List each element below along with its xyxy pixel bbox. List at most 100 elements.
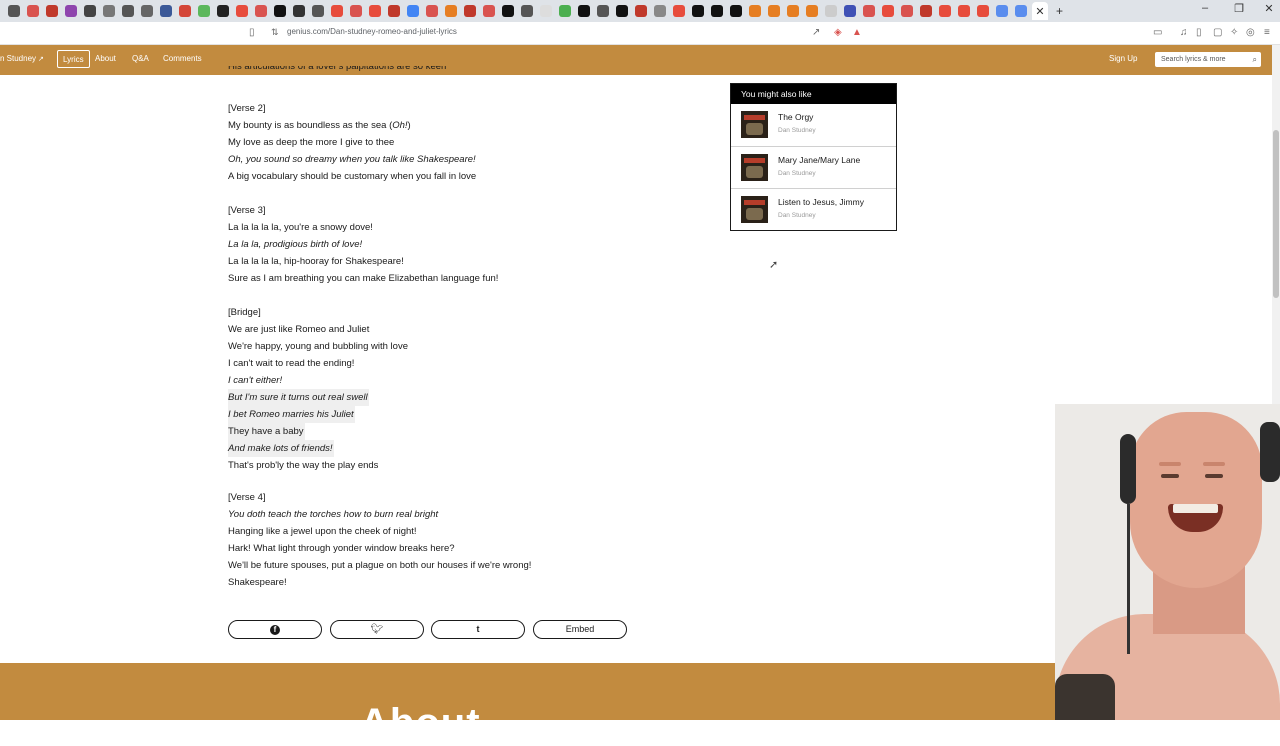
browser-tab[interactable]	[7, 5, 20, 17]
ymal-song-item[interactable]: Listen to Jesus, Jimmy Dan Studney	[731, 188, 896, 230]
browser-tab[interactable]	[140, 5, 153, 17]
scrollbar-thumb[interactable]	[1273, 130, 1279, 298]
share-tumblr-button[interactable]: t	[431, 620, 525, 639]
share-twitter-button[interactable]: 🐦︎	[330, 620, 424, 639]
browser-tab[interactable]	[881, 5, 894, 17]
browser-tab[interactable]	[862, 5, 875, 17]
lyric-line[interactable]: La la la la la, hip-hooray for Shakespea…	[228, 253, 688, 270]
browser-tab[interactable]	[330, 5, 343, 17]
close-icon[interactable]: ✕	[1032, 2, 1048, 20]
browser-tab[interactable]	[26, 5, 39, 17]
media-icon[interactable]: ♫	[1180, 27, 1188, 38]
sign-up-link[interactable]: Sign Up	[1109, 54, 1137, 63]
search-input[interactable]: Search lyrics & more ⌕	[1155, 52, 1261, 67]
sidebar-icon[interactable]: ▯	[1196, 27, 1202, 38]
maximize-button[interactable]: ❐	[1230, 2, 1248, 15]
browser-tab[interactable]	[273, 5, 286, 17]
lyric-line[interactable]: We are just like Romeo and Juliet	[228, 321, 688, 338]
url-field[interactable]: genius.com/Dan-studney-romeo-and-juliet-…	[287, 27, 457, 36]
bookmark-icon[interactable]: ▯	[249, 27, 255, 38]
search-icon[interactable]: ⌕	[1253, 52, 1257, 67]
minimize-button[interactable]: –	[1196, 2, 1214, 14]
browser-tab[interactable]	[900, 5, 913, 17]
tab-about[interactable]: About	[95, 54, 116, 63]
browser-tab[interactable]	[919, 5, 932, 17]
browser-tab[interactable]	[311, 5, 324, 17]
annotated-lyric[interactable]: I bet Romeo marries his Juliet	[228, 406, 355, 423]
lyric-line[interactable]: Oh, you sound so dreamy when you talk li…	[228, 151, 688, 168]
lyric-line[interactable]: A big vocabulary should be customary whe…	[228, 168, 688, 185]
browser-tab[interactable]	[558, 5, 571, 17]
browser-tab[interactable]	[292, 5, 305, 17]
rewards-icon[interactable]: ▲	[852, 27, 862, 38]
share-facebook-button[interactable]: f	[228, 620, 322, 639]
browser-tab[interactable]	[178, 5, 191, 17]
annotated-lyric[interactable]: But I'm sure it turns out real swell	[228, 389, 369, 406]
new-tab-button[interactable]: +	[1056, 4, 1063, 18]
lyric-line[interactable]: We're happy, young and bubbling with lov…	[228, 338, 688, 355]
browser-tab[interactable]	[748, 5, 761, 17]
browser-tab[interactable]	[387, 5, 400, 17]
leo-icon[interactable]: ✧	[1230, 27, 1238, 38]
browser-tab[interactable]	[235, 5, 248, 17]
ymal-song-item[interactable]: The Orgy Dan Studney	[731, 104, 896, 146]
tab-comments[interactable]: Comments	[163, 54, 202, 63]
browser-tab[interactable]	[425, 5, 438, 17]
browser-tab[interactable]	[691, 5, 704, 17]
annotated-lyric[interactable]: They have a baby	[228, 423, 305, 440]
browser-tab[interactable]	[83, 5, 96, 17]
lyric-line[interactable]: La la la, prodigious birth of love!	[228, 236, 688, 253]
browser-tab[interactable]	[64, 5, 77, 17]
browser-tab[interactable]	[786, 5, 799, 17]
ymal-song-item[interactable]: Mary Jane/Mary Lane Dan Studney	[731, 146, 896, 188]
browser-tab[interactable]	[197, 5, 210, 17]
lyric-line[interactable]: My love as deep the more I give to thee	[228, 134, 688, 151]
lyric-line[interactable]: That's prob'ly the way the play ends	[228, 457, 688, 474]
browser-tab[interactable]	[596, 5, 609, 17]
browser-tab[interactable]	[976, 5, 989, 17]
browser-tab[interactable]	[729, 5, 742, 17]
browser-tab[interactable]	[159, 5, 172, 17]
browser-tab[interactable]	[710, 5, 723, 17]
browser-tab[interactable]	[805, 5, 818, 17]
browser-tab[interactable]	[501, 5, 514, 17]
lyric-line[interactable]: La la la la la, you're a snowy dove!	[228, 219, 688, 236]
browser-tab[interactable]	[672, 5, 685, 17]
brave-shield-icon[interactable]: ◈	[834, 27, 842, 38]
browser-tab[interactable]	[938, 5, 951, 17]
browser-tab[interactable]	[482, 5, 495, 17]
browser-tab[interactable]	[767, 5, 780, 17]
lyric-line[interactable]: I can't wait to read the ending!	[228, 355, 688, 372]
menu-icon[interactable]: ≡	[1264, 27, 1270, 38]
browser-tab[interactable]	[577, 5, 590, 17]
embed-button[interactable]: Embed	[533, 620, 627, 639]
browser-tab[interactable]	[121, 5, 134, 17]
browser-tab[interactable]	[824, 5, 837, 17]
lyric-line[interactable]: Hark! What light through yonder window b…	[228, 540, 688, 557]
reader-icon[interactable]: ▭	[1153, 27, 1162, 38]
browser-tab[interactable]	[406, 5, 419, 17]
close-window-button[interactable]: ✕	[1260, 2, 1278, 15]
lyric-line[interactable]: You doth teach the torches how to burn r…	[228, 506, 688, 523]
artist-breadcrumb[interactable]: n Studney ↗	[0, 54, 44, 63]
lyric-line[interactable]: Hanging like a jewel upon the cheek of n…	[228, 523, 688, 540]
tab-lyrics[interactable]: Lyrics	[57, 50, 90, 68]
extensions-icon[interactable]: ▢	[1213, 27, 1222, 38]
browser-tab[interactable]	[1014, 5, 1027, 17]
browser-tab[interactable]	[520, 5, 533, 17]
browser-tab[interactable]	[653, 5, 666, 17]
lyric-line[interactable]: Sure as I am breathing you can make Eliz…	[228, 270, 688, 287]
annotated-lyric[interactable]: And make lots of friends!	[228, 440, 334, 457]
tab-qa[interactable]: Q&A	[132, 54, 149, 63]
browser-tab[interactable]	[254, 5, 267, 17]
wallet-icon[interactable]: ◎	[1246, 27, 1255, 38]
site-info-icon[interactable]: ⇅	[271, 27, 279, 38]
browser-tab[interactable]	[995, 5, 1008, 17]
lyric-line[interactable]: My bounty is as boundless as the sea (Oh…	[228, 117, 688, 134]
browser-tab[interactable]	[349, 5, 362, 17]
browser-tab[interactable]	[463, 5, 476, 17]
browser-tab[interactable]	[843, 5, 856, 17]
lyric-line[interactable]: Shakespeare!	[228, 574, 688, 591]
browser-tab[interactable]	[102, 5, 115, 17]
lyric-line[interactable]: I can't either!	[228, 372, 688, 389]
